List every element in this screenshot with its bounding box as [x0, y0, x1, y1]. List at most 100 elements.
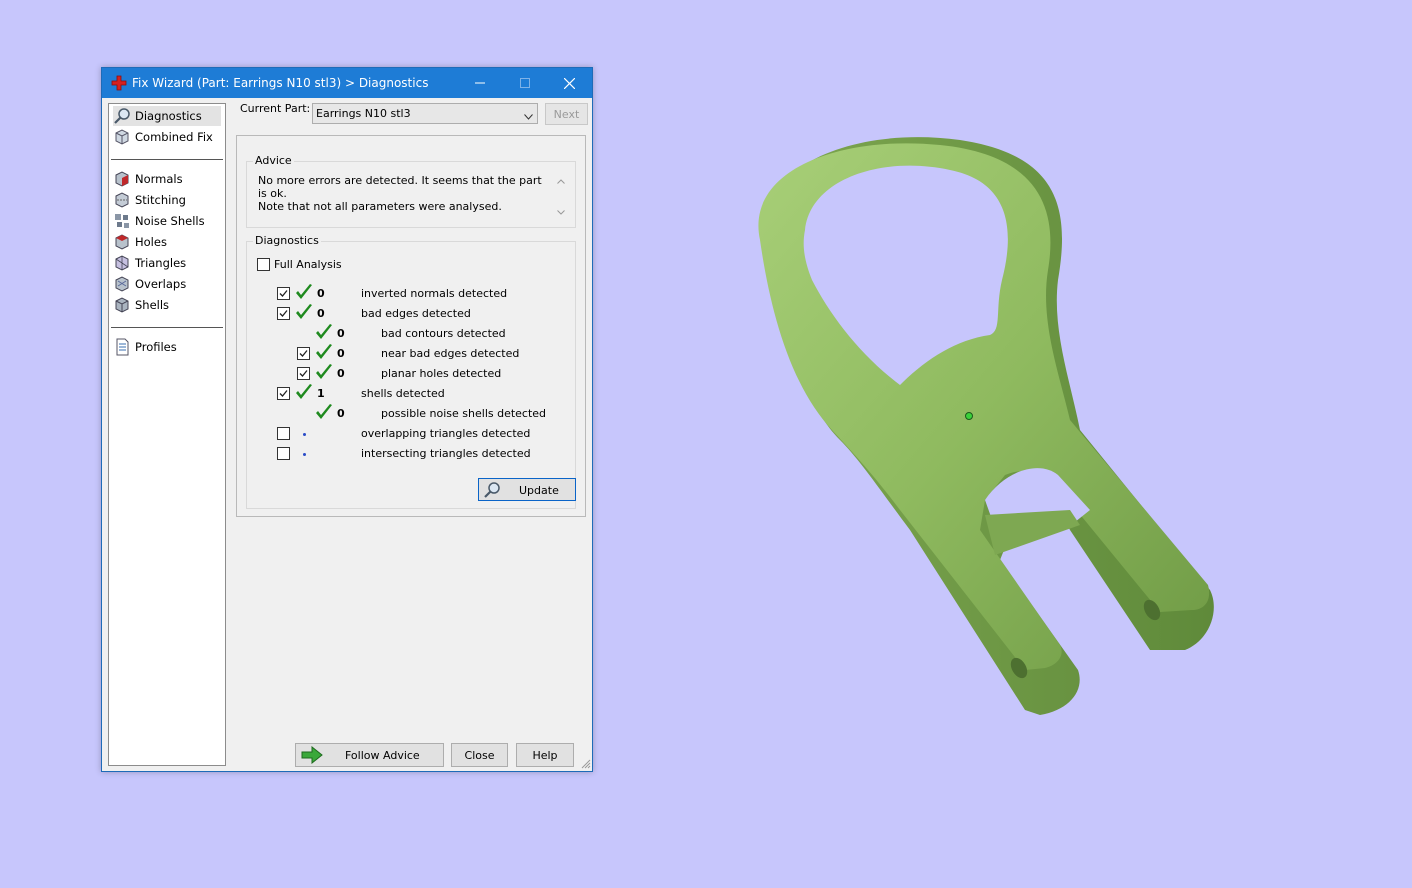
green-check-icon [296, 284, 312, 299]
inverted-normals-label: inverted normals detected [361, 287, 508, 300]
nav-label-noise-shells: Noise Shells [135, 214, 205, 228]
red-cross-icon [111, 75, 127, 91]
advice-title: Advice [253, 154, 294, 167]
intersecting-triangles-label: intersecting triangles detected [361, 447, 531, 460]
overlapping-triangles-checkbox[interactable] [277, 427, 290, 440]
green-check-icon [316, 324, 332, 339]
nav-label-diagnostics: Diagnostics [135, 109, 202, 123]
green-check-icon [296, 304, 312, 319]
resize-grip-icon[interactable] [581, 759, 591, 772]
fix-wizard-dialog: Fix Wizard (Part: Earrings N10 stl3) > D… [101, 67, 593, 772]
close-icon [564, 77, 575, 89]
pending-dot-icon [303, 433, 306, 436]
green-check-icon [296, 384, 312, 399]
planar-holes-label: planar holes detected [381, 367, 502, 380]
bad-contours-count: 0 [337, 327, 345, 340]
update-button[interactable]: Update [478, 478, 576, 501]
bad-edges-checkbox[interactable] [277, 307, 290, 320]
scroll-up-button[interactable] [556, 176, 566, 186]
noise-shells-icon [113, 212, 131, 230]
green-check-icon [316, 344, 332, 359]
title-bar[interactable]: Fix Wizard (Part: Earrings N10 stl3) > D… [102, 68, 592, 98]
window-title: Fix Wizard (Part: Earrings N10 stl3) > D… [132, 76, 429, 90]
advice-line: No more errors are detected. It seems th… [258, 174, 542, 200]
minimize-button[interactable] [457, 68, 502, 98]
nav-label-holes: Holes [135, 235, 167, 249]
green-check-icon [316, 404, 332, 419]
green-check-icon [316, 364, 332, 379]
diagnostics-title: Diagnostics [253, 234, 321, 247]
intersecting-triangles-checkbox[interactable] [277, 447, 290, 460]
current-part-dropdown[interactable]: Earrings N10 stl3 [312, 103, 538, 124]
near-bad-edges-count: 0 [337, 347, 345, 360]
shells-icon [113, 296, 131, 314]
maximize-button[interactable] [502, 68, 547, 98]
nav-item-stitching[interactable]: Stitching [113, 190, 221, 210]
advice-group: Advice No more errors are detected. It s… [246, 154, 576, 228]
chevron-down-icon [524, 110, 533, 123]
chevron-up-icon [557, 178, 565, 184]
checkmark-icon [299, 350, 308, 357]
nav-label-stitching: Stitching [135, 193, 186, 207]
nav-item-combined-fix[interactable]: Combined Fix [113, 127, 221, 147]
nav-label-shells: Shells [135, 298, 170, 312]
full-analysis-label: Full Analysis [274, 258, 342, 271]
help-button[interactable]: Help [516, 743, 574, 767]
nav-item-overlaps[interactable]: Overlaps [113, 274, 221, 294]
nav-item-normals[interactable]: Normals [113, 169, 221, 189]
advice-text: No more errors are detected. It seems th… [258, 174, 543, 213]
checkmark-icon [299, 370, 308, 377]
checkmark-icon [279, 310, 288, 317]
follow-advice-label: Follow Advice [345, 749, 420, 762]
planar-holes-checkbox[interactable] [297, 367, 310, 380]
update-label: Update [519, 484, 559, 497]
document-icon [113, 338, 131, 356]
scroll-down-button[interactable] [556, 207, 566, 217]
near-bad-edges-checkbox[interactable] [297, 347, 310, 360]
nav-item-shells[interactable]: Shells [113, 295, 221, 315]
pending-dot-icon [303, 453, 306, 456]
follow-advice-button[interactable]: Follow Advice [295, 743, 444, 767]
planar-holes-count: 0 [337, 367, 345, 380]
noise-shells-label: possible noise shells detected [381, 407, 547, 420]
close-button[interactable]: Close [451, 743, 508, 767]
magnifier-icon [483, 481, 501, 502]
nav-item-diagnostics[interactable]: Diagnostics [113, 106, 221, 126]
bad-edges-count: 0 [317, 307, 325, 320]
shells-count: 1 [317, 387, 325, 400]
full-analysis-checkbox[interactable] [257, 258, 270, 271]
nav-item-profiles[interactable]: Profiles [113, 337, 221, 357]
bad-edges-label: bad edges detected [361, 307, 471, 320]
near-bad-edges-label: near bad edges detected [381, 347, 520, 360]
nav-label-profiles: Profiles [135, 340, 177, 354]
close-window-button[interactable] [547, 68, 592, 98]
earring-3d-model[interactable] [740, 130, 1230, 730]
nav-label-normals: Normals [135, 172, 183, 186]
inverted-normals-checkbox[interactable] [277, 287, 290, 300]
noise-shells-count: 0 [337, 407, 345, 420]
chevron-down-icon [557, 209, 565, 215]
current-part-label: Current Part: [240, 102, 311, 115]
nav-item-holes[interactable]: Holes [113, 232, 221, 252]
current-part-value: Earrings N10 stl3 [316, 107, 411, 120]
nav-label-triangles: Triangles [135, 256, 187, 270]
magnifier-icon [113, 107, 131, 125]
nav-label-combined-fix: Combined Fix [135, 130, 213, 144]
shells-label: shells detected [361, 387, 445, 400]
next-button[interactable]: Next [545, 103, 588, 125]
checkmark-icon [279, 290, 288, 297]
maximize-icon [519, 78, 530, 88]
nav-item-triangles[interactable]: Triangles [113, 253, 221, 273]
nav-divider [111, 159, 223, 160]
cube-icon [113, 128, 131, 146]
minimize-icon [474, 82, 485, 84]
shells-checkbox[interactable] [277, 387, 290, 400]
normals-icon [113, 170, 131, 188]
green-arrow-icon [300, 745, 324, 767]
nav-item-noise-shells[interactable]: Noise Shells [113, 211, 221, 231]
bad-contours-label: bad contours detected [381, 327, 506, 340]
overlaps-icon [113, 275, 131, 293]
holes-icon [113, 233, 131, 251]
nav-divider [111, 327, 223, 328]
diagnostics-group: Diagnostics Full Analysis 0 inverted nor… [246, 234, 576, 509]
